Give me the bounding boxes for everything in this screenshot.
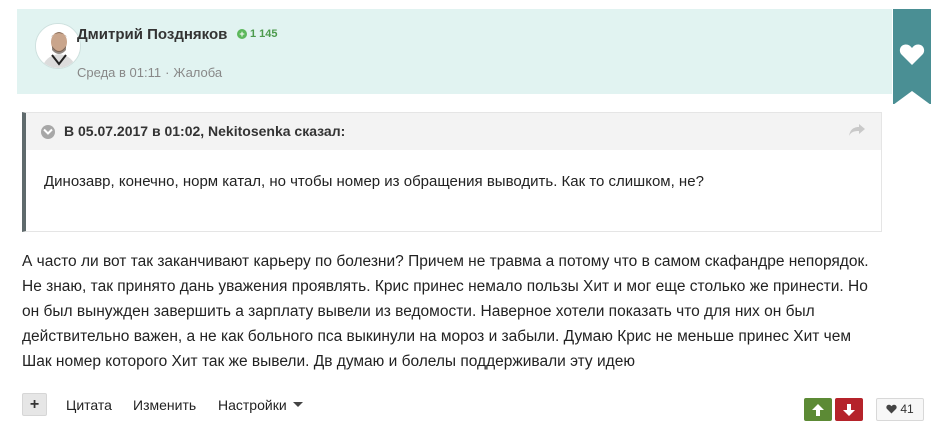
likes-counter[interactable]: 41 (876, 398, 924, 421)
author-name[interactable]: Дмитрий Поздняков (77, 26, 227, 43)
post-footer: + Цитата Изменить Настройки 41 (22, 393, 924, 421)
quote-header: В 05.07.2017 в 01:02, Nekitosenka сказал… (26, 113, 881, 150)
post-header: Дмитрий Поздняков +1 145 Среда в 01:11 · Ж… (17, 9, 892, 94)
heart-icon (899, 44, 925, 65)
quote-button[interactable]: Цитата (66, 397, 112, 413)
vote-up-button[interactable] (804, 398, 832, 421)
post-body: А часто ли вот так заканчивают карьеру п… (22, 253, 869, 370)
plus-circle-icon: + (237, 29, 247, 39)
reputation-badge: +1 145 (237, 28, 278, 40)
settings-label: Настройки (218, 397, 287, 413)
vote-down-button[interactable] (835, 398, 863, 421)
post-meta: Среда в 01:11 · Жалоба (77, 65, 222, 80)
likes-count-value: 41 (900, 402, 914, 416)
meta-separator: · (165, 65, 170, 80)
edit-button[interactable]: Изменить (133, 397, 196, 413)
settings-dropdown[interactable]: Настройки (218, 397, 303, 413)
heart-icon (886, 404, 897, 414)
arrow-up-icon (812, 404, 824, 416)
post-time[interactable]: Среда в 01:11 (77, 65, 161, 80)
chevron-down-icon[interactable] (41, 125, 55, 139)
share-arrow-icon[interactable] (849, 124, 865, 142)
quote-header-text: В 05.07.2017 в 01:02, Nekitosenka сказал… (64, 123, 346, 139)
avatar[interactable] (35, 23, 81, 69)
chevron-down-icon (292, 402, 303, 407)
complaint-link[interactable]: Жалоба (173, 65, 222, 80)
like-ribbon[interactable] (893, 9, 931, 105)
quote-text: Динозавр, конечно, норм катал, но чтобы … (44, 173, 704, 190)
multiquote-button[interactable]: + (22, 393, 47, 416)
quote-block: В 05.07.2017 в 01:02, Nekitosenka сказал… (22, 112, 882, 232)
reputation-value: 1 145 (250, 28, 278, 40)
arrow-down-icon (843, 404, 855, 416)
